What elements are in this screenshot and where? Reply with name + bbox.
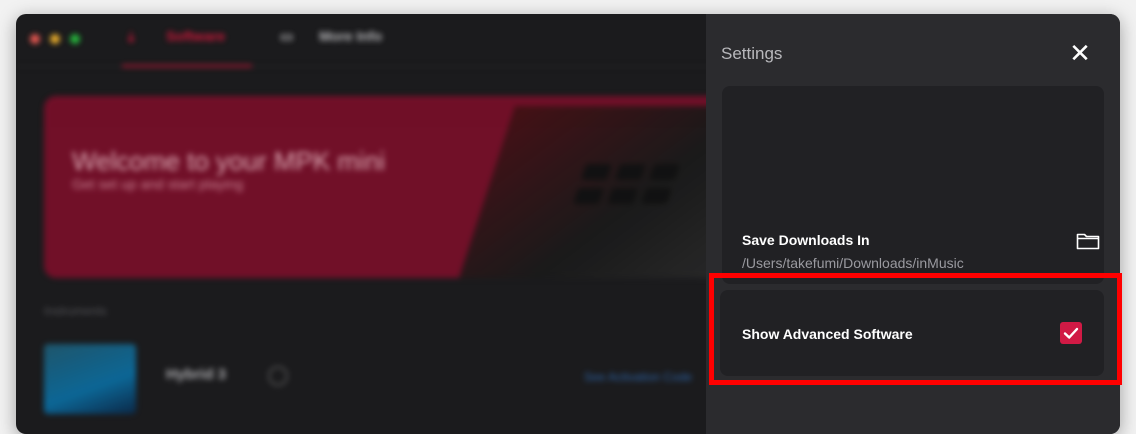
banner-title: Welcome to your MPK mini xyxy=(72,146,386,176)
tab-more-info[interactable]: ▭ More Info xyxy=(280,28,382,64)
welcome-banner: Welcome to your MPK mini Get set up and … xyxy=(44,96,724,278)
pad xyxy=(614,164,647,180)
tab-software[interactable]: ⤓ Software xyxy=(128,28,225,64)
activation-link[interactable]: See Activation Code xyxy=(584,370,692,384)
pad xyxy=(648,164,681,180)
download-icon: ⤓ xyxy=(128,28,135,44)
highlight-box xyxy=(709,273,1122,385)
pad xyxy=(607,188,639,204)
minimize-window-button[interactable] xyxy=(50,34,60,44)
chat-icon: ▭ xyxy=(280,28,294,44)
section-label: Instruments xyxy=(44,304,107,318)
product-thumbnail xyxy=(44,344,136,414)
pad xyxy=(641,188,673,204)
tab-more-info-label: More Info xyxy=(319,28,383,44)
active-tab-indicator xyxy=(122,65,252,67)
pad xyxy=(580,164,613,180)
save-downloads-card: Save Downloads In /Users/takefumi/Downlo… xyxy=(722,86,1104,284)
banner-subtitle: Get set up and start playing xyxy=(72,176,244,192)
settings-title: Settings xyxy=(721,44,783,63)
title-bar: ⤓ Software ▭ More Info xyxy=(16,14,716,67)
close-window-button[interactable] xyxy=(30,34,40,44)
zoom-window-button[interactable] xyxy=(70,34,80,44)
save-downloads-label: Save Downloads In xyxy=(742,232,870,248)
product-name: Hybrid 3 xyxy=(166,366,227,383)
close-icon[interactable]: ✕ xyxy=(1069,40,1091,66)
info-icon[interactable] xyxy=(268,366,288,386)
folder-icon[interactable] xyxy=(1076,232,1100,250)
download-path: /Users/takefumi/Downloads/inMusic xyxy=(742,255,964,271)
background-app: ⤓ Software ▭ More Info Welcome to your M… xyxy=(16,14,724,434)
tab-software-label: Software xyxy=(166,28,226,44)
keyboard-image xyxy=(453,106,724,278)
pad xyxy=(573,188,605,204)
